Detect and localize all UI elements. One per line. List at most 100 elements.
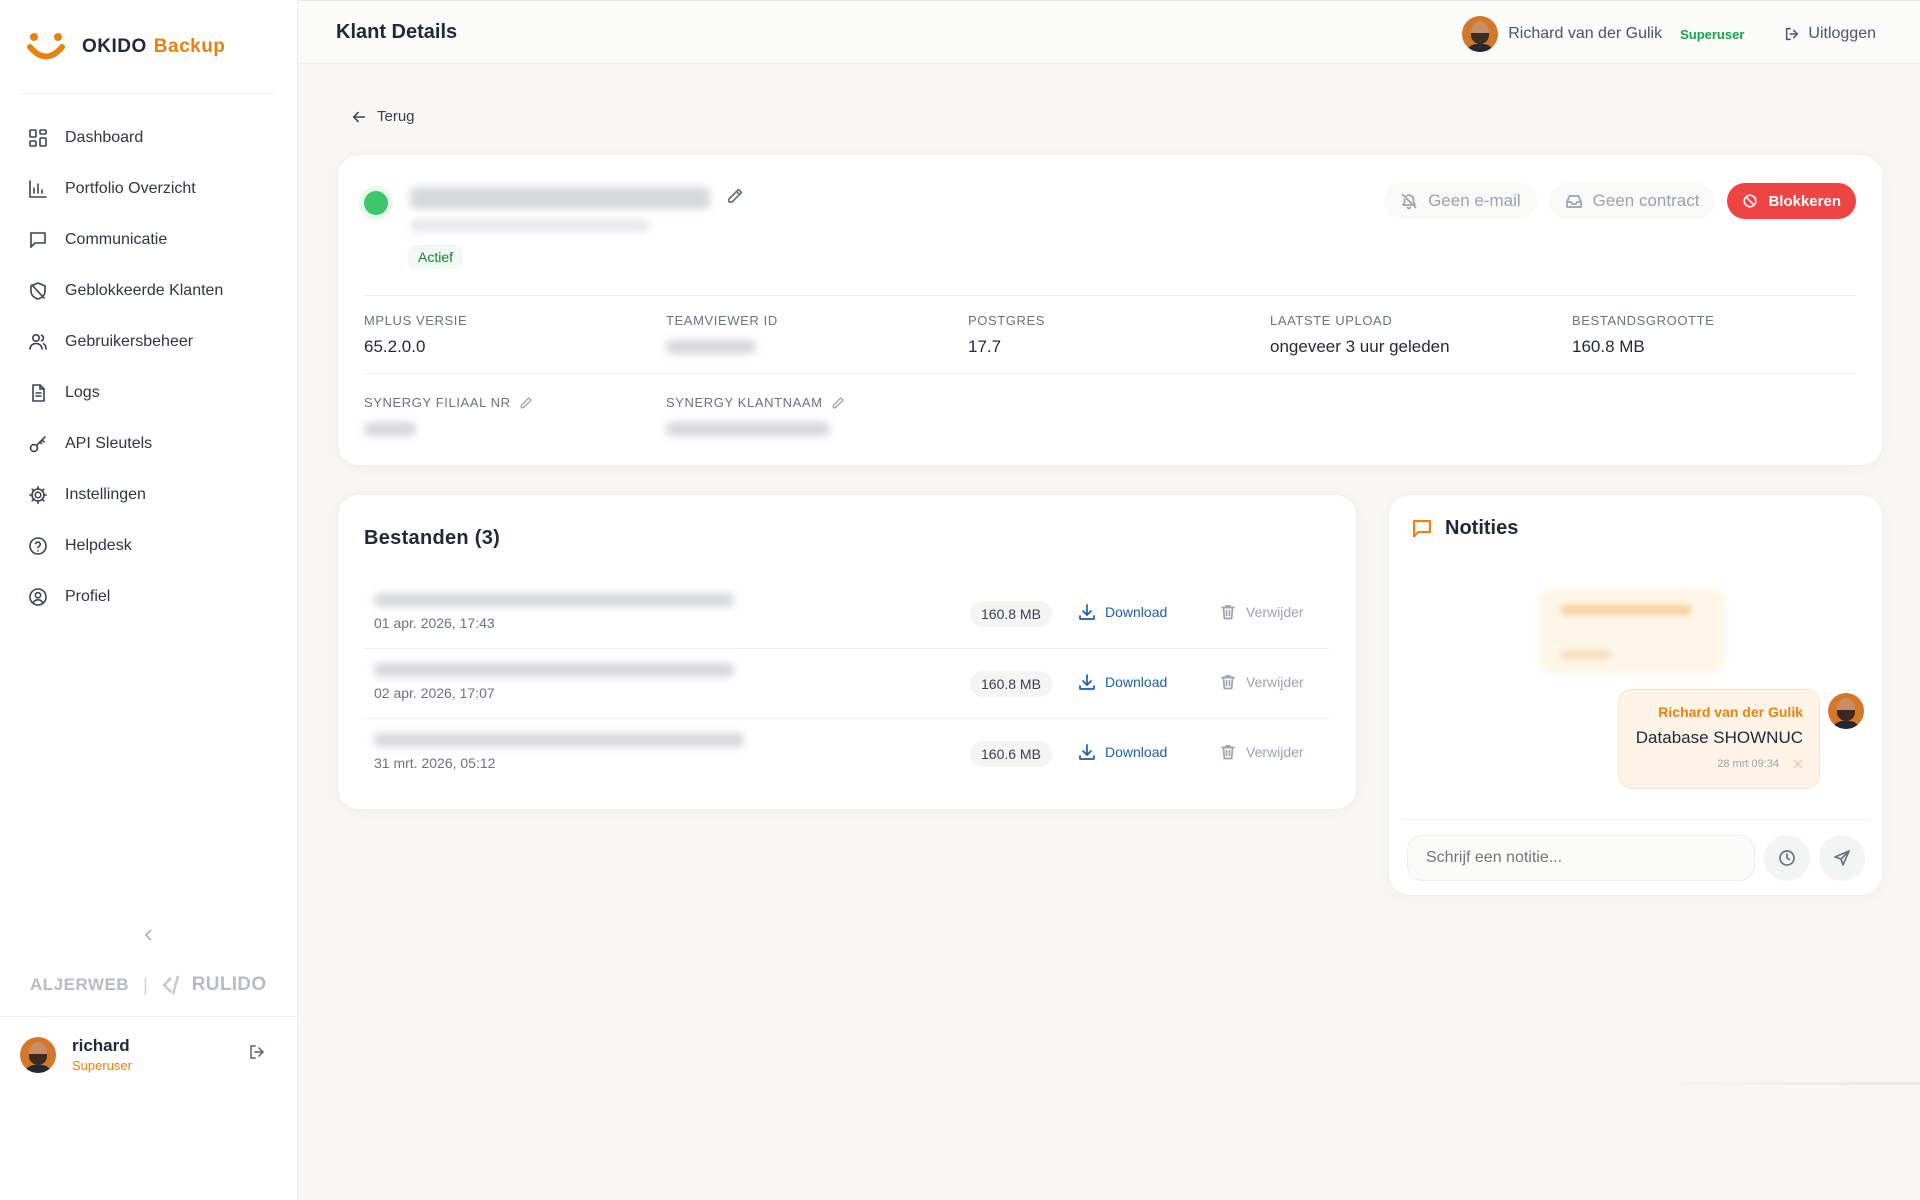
partner-logo-rulido: RULIDO bbox=[191, 974, 267, 995]
divider bbox=[364, 295, 1856, 296]
note-text: Database SHOWNUC bbox=[1635, 728, 1803, 747]
avatar[interactable] bbox=[1462, 16, 1499, 52]
bell-off-icon bbox=[1401, 193, 1417, 210]
sidebar-item-label: Communicatie bbox=[65, 230, 168, 248]
field-value: ongeveer 3 uur geleden bbox=[1270, 337, 1450, 356]
sidebar-item-label: Geblokkeerde Klanten bbox=[65, 281, 224, 299]
field-label: BESTANDSGROOTTE bbox=[1572, 313, 1715, 328]
code-icon bbox=[162, 975, 179, 995]
help-circle-icon bbox=[29, 536, 47, 555]
sidebar-item-label: Profiel bbox=[65, 587, 111, 605]
sidebar-item-gebruikersbeheer[interactable]: Gebruikersbeheer bbox=[0, 316, 297, 367]
sidebar-logout-button[interactable] bbox=[248, 1043, 266, 1066]
field-value-redacted bbox=[666, 422, 830, 436]
file-size-badge: 160.8 MB bbox=[970, 601, 1052, 627]
table-row: 01 apr. 2026, 17:43 160.8 MB Download Ve… bbox=[364, 579, 1330, 649]
field-label: TEAMVIEWER ID bbox=[666, 313, 778, 328]
delete-button[interactable]: Verwijder bbox=[1219, 673, 1304, 691]
block-button[interactable]: Blokkeren bbox=[1727, 183, 1856, 219]
download-icon bbox=[1079, 744, 1095, 760]
file-date: 31 mrt. 2026, 05:12 bbox=[374, 755, 496, 771]
note-input[interactable] bbox=[1407, 835, 1755, 881]
file-name-redacted bbox=[374, 733, 744, 747]
sidebar-item-geblokkeerde-klanten[interactable]: Geblokkeerde Klanten bbox=[0, 265, 297, 316]
send-button[interactable] bbox=[1819, 835, 1865, 881]
header-logout-button[interactable]: Uitloggen bbox=[1784, 25, 1876, 43]
brand-name: OKIDO Backup bbox=[82, 36, 225, 58]
avatar bbox=[1828, 693, 1864, 729]
no-contract-label: Geen contract bbox=[1592, 191, 1700, 210]
field-label: SYNERGY FILIAAL NR bbox=[364, 395, 511, 410]
sidebar-item-label: Gebruikersbeheer bbox=[65, 332, 194, 350]
schedule-button[interactable] bbox=[1764, 835, 1810, 881]
sidebar-item-dashboard[interactable]: Dashboard bbox=[0, 112, 297, 163]
sidebar-collapse-button[interactable] bbox=[136, 922, 162, 948]
file-name-redacted bbox=[374, 663, 734, 677]
arrow-left-icon bbox=[352, 111, 366, 122]
delete-button[interactable]: Verwijder bbox=[1219, 603, 1304, 621]
sidebar-item-label: Portfolio Overzicht bbox=[65, 179, 196, 197]
sidebar-item-profiel[interactable]: Profiel bbox=[0, 571, 297, 622]
divider bbox=[364, 373, 1856, 374]
close-icon[interactable] bbox=[1793, 759, 1803, 769]
edit-name-button[interactable] bbox=[726, 187, 744, 210]
sidebar-item-logs[interactable]: Logs bbox=[0, 367, 297, 418]
note-time: 28 mrt 09:34 bbox=[1717, 758, 1779, 770]
brand[interactable]: OKIDO Backup bbox=[20, 0, 277, 94]
pencil-icon[interactable] bbox=[519, 396, 533, 410]
avatar[interactable] bbox=[20, 1036, 56, 1073]
ban-icon bbox=[1743, 194, 1757, 208]
sidebar-nav: Dashboard Portfolio Overzicht Communicat… bbox=[0, 94, 297, 622]
note-redacted bbox=[1539, 589, 1725, 673]
sidebar-item-portfolio[interactable]: Portfolio Overzicht bbox=[0, 163, 297, 214]
no-email-button[interactable]: Geen e-mail bbox=[1384, 183, 1537, 219]
sidebar-item-instellingen[interactable]: Instellingen bbox=[0, 469, 297, 520]
logout-icon bbox=[250, 1045, 264, 1059]
chevron-left-icon bbox=[145, 929, 152, 941]
note-meta: 28 mrt 09:34 bbox=[1619, 758, 1803, 770]
field-label: POSTGRES bbox=[968, 313, 1046, 328]
no-contract-button[interactable]: Geen contract bbox=[1548, 183, 1716, 219]
block-label: Blokkeren bbox=[1768, 192, 1841, 210]
partner-logo-aljerweb: ALJERWEB bbox=[30, 975, 130, 994]
sidebar-item-label: Dashboard bbox=[65, 128, 144, 146]
field-label: SYNERGY KLANTNAAM bbox=[666, 395, 823, 410]
sidebar-item-label: Logs bbox=[65, 383, 100, 401]
customer-name-redacted bbox=[410, 187, 710, 209]
trash-icon bbox=[1221, 675, 1235, 690]
sidebar-user-info: richard Superuser bbox=[72, 1036, 132, 1073]
users-icon bbox=[29, 333, 47, 350]
back-link[interactable]: Terug bbox=[351, 108, 415, 125]
notes-card: Notities Richard van der Gulik Database … bbox=[1388, 494, 1883, 896]
note-bubble: Richard van der Gulik Database SHOWNUC 2… bbox=[1618, 689, 1820, 789]
sidebar-user: richard Superuser bbox=[0, 1016, 298, 1092]
download-label: Download bbox=[1105, 744, 1168, 760]
field-label-row: SYNERGY KLANTNAAM bbox=[666, 395, 845, 410]
header-user-role-badge: Superuser bbox=[1680, 26, 1745, 42]
pencil-icon[interactable] bbox=[831, 396, 845, 410]
download-button[interactable]: Download bbox=[1078, 743, 1167, 761]
sidebar-user-name: richard bbox=[72, 1036, 130, 1055]
trash-icon bbox=[1221, 605, 1235, 620]
sidebar-item-api-sleutels[interactable]: API Sleutels bbox=[0, 418, 297, 469]
download-icon bbox=[1079, 604, 1095, 620]
file-size-badge: 160.8 MB bbox=[970, 671, 1052, 697]
header-user-name: Richard van der Gulik bbox=[1508, 25, 1663, 42]
table-row: 31 mrt. 2026, 05:12 160.6 MB Download Ve… bbox=[364, 719, 1330, 789]
user-circle-icon bbox=[29, 587, 47, 606]
divider bbox=[1401, 819, 1870, 820]
bar-chart-icon bbox=[29, 179, 47, 198]
download-button[interactable]: Download bbox=[1078, 603, 1167, 621]
header-user: Richard van der Gulik Superuser Uitlogge… bbox=[1462, 16, 1876, 52]
no-email-label: Geen e-mail bbox=[1428, 191, 1521, 210]
divider bbox=[1610, 1082, 1920, 1085]
sidebar-item-helpdesk[interactable]: Helpdesk bbox=[0, 520, 297, 571]
trash-icon bbox=[1221, 745, 1235, 760]
download-button[interactable]: Download bbox=[1078, 673, 1167, 691]
delete-button[interactable]: Verwijder bbox=[1219, 743, 1304, 761]
file-date: 01 apr. 2026, 17:43 bbox=[374, 615, 495, 631]
file-text-icon bbox=[32, 383, 45, 402]
file-name-redacted bbox=[374, 593, 734, 607]
page-title: Klant Details bbox=[336, 21, 458, 43]
sidebar-item-communicatie[interactable]: Communicatie bbox=[0, 214, 297, 265]
